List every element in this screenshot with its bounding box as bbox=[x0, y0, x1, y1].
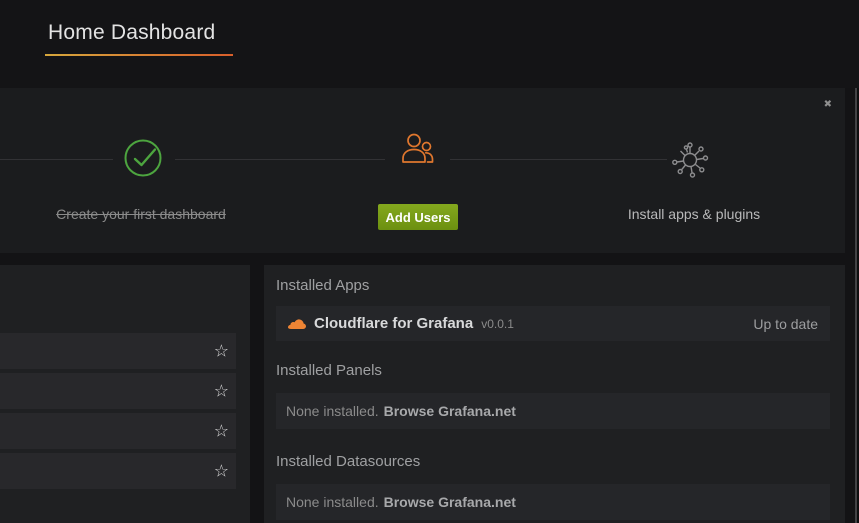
connector-line bbox=[175, 159, 385, 160]
step-create-dashboard[interactable]: Create your first dashboard bbox=[31, 206, 251, 222]
dashboard-list-item[interactable]: ☆ bbox=[0, 373, 236, 409]
app-name: Cloudflare for Grafana bbox=[314, 315, 473, 332]
users-icon bbox=[399, 131, 435, 170]
installed-datasources-heading: Installed Datasources bbox=[276, 453, 830, 470]
title-underline bbox=[45, 54, 233, 56]
datasources-empty-row: None installed. Browse Grafana.net bbox=[276, 484, 830, 520]
empty-text: None installed. bbox=[286, 403, 379, 419]
star-icon[interactable]: ☆ bbox=[214, 383, 229, 400]
panels-empty-row: None installed. Browse Grafana.net bbox=[276, 393, 830, 429]
close-icon[interactable]: ✖ bbox=[824, 100, 832, 110]
dashboard-list-item[interactable]: ☆ bbox=[0, 453, 236, 489]
step-install-plugins[interactable]: Install apps & plugins bbox=[584, 206, 804, 222]
app-version: v0.0.1 bbox=[481, 317, 514, 331]
browse-grafana-link[interactable]: Browse Grafana.net bbox=[384, 494, 516, 510]
star-icon[interactable]: ☆ bbox=[214, 463, 229, 480]
star-icon[interactable]: ☆ bbox=[214, 423, 229, 440]
connector-line bbox=[450, 159, 667, 160]
installed-apps-heading: Installed Apps bbox=[276, 277, 830, 294]
page-title: Home Dashboard bbox=[48, 21, 215, 45]
dashboard-list-item[interactable]: ☆ bbox=[0, 333, 236, 369]
app-row-cloudflare[interactable]: Cloudflare for Grafana v0.0.1 Up to date bbox=[276, 306, 830, 341]
plugin-icon bbox=[668, 138, 712, 187]
getting-started-panel: ✖ bbox=[0, 88, 845, 253]
connector-line bbox=[0, 159, 113, 160]
check-circle-icon bbox=[123, 138, 163, 183]
dashboard-rows: ☆ ☆ ☆ ☆ bbox=[0, 265, 250, 489]
dashboard-list-item[interactable]: ☆ bbox=[0, 413, 236, 449]
dashboard-header: Home Dashboard bbox=[0, 0, 859, 88]
cloudflare-icon bbox=[288, 318, 306, 330]
installed-panels-heading: Installed Panels bbox=[276, 362, 830, 379]
add-users-button[interactable]: Add Users bbox=[378, 204, 458, 230]
app-status-badge: Up to date bbox=[753, 316, 818, 332]
dashboard-list-panel: ☆ ☆ ☆ ☆ bbox=[0, 265, 250, 523]
star-icon[interactable]: ☆ bbox=[214, 343, 229, 360]
empty-text: None installed. bbox=[286, 494, 379, 510]
browse-grafana-link[interactable]: Browse Grafana.net bbox=[384, 403, 516, 419]
installed-plugins-panel: Installed Apps Cloudflare for Grafana v0… bbox=[264, 265, 845, 523]
